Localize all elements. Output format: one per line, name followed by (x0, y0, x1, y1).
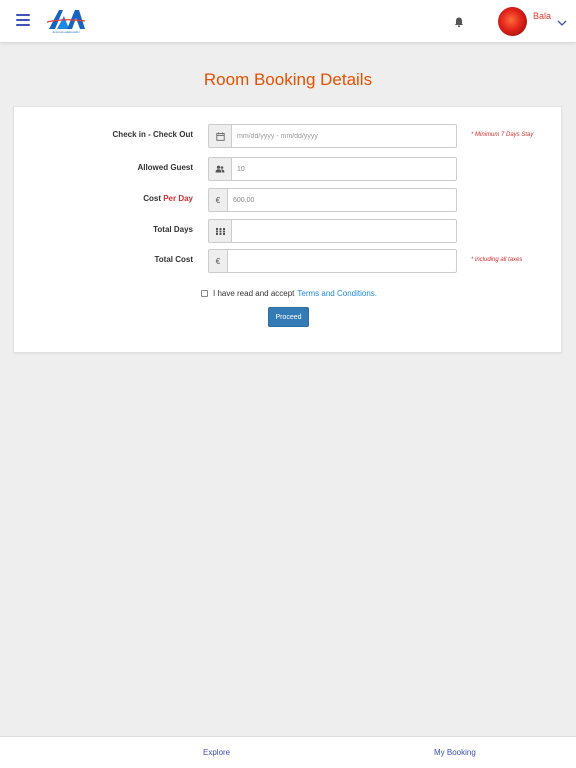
logo-mark-icon (46, 10, 86, 29)
bell-icon[interactable] (453, 15, 465, 28)
cost-per-day-input[interactable] (227, 188, 457, 212)
top-app-bar: AccommodationsAU Bala (0, 0, 576, 43)
total-days-row: Total Days (14, 219, 563, 243)
checkin-input-group (208, 124, 457, 148)
terms-text: I have read and accept (213, 289, 295, 298)
logo-text: AccommodationsAU (52, 30, 80, 34)
terms-link[interactable]: Terms and Conditions. (297, 289, 377, 298)
checkin-label: Check in - Check Out (112, 130, 193, 139)
logo[interactable]: AccommodationsAU (45, 8, 87, 34)
total-cost-label: Total Cost (154, 255, 193, 264)
guest-input-group (208, 157, 457, 181)
checkin-date-range-input[interactable] (231, 124, 457, 148)
users-icon (208, 157, 231, 181)
per-day-label: Per Day (163, 194, 193, 203)
avatar[interactable] (498, 7, 527, 36)
grid-icon (208, 219, 231, 243)
total-days-input[interactable] (231, 219, 457, 243)
total-days-input-group (208, 219, 457, 243)
terms-agreement: I have read and accept Terms and Conditi… (201, 289, 377, 298)
cost-per-day-label: Cost Per Day (143, 194, 193, 203)
proceed-button[interactable]: Proceed (268, 307, 309, 327)
euro-icon: € (208, 188, 227, 212)
euro-icon: € (208, 249, 227, 273)
cost-per-day-input-group: € (208, 188, 457, 212)
allowed-guest-input[interactable] (231, 157, 457, 181)
total-cost-input-group: € (208, 249, 457, 273)
checkin-row: Check in - Check Out * Minimum 7 Days St… (14, 124, 563, 148)
guest-row: Allowed Guest (14, 157, 563, 181)
minimum-stay-note: * Minimum 7 Days Stay (471, 132, 534, 138)
guest-label: Allowed Guest (137, 163, 193, 172)
cost-per-day-row: Cost Per Day € (14, 188, 563, 212)
bottom-nav: Explore My Booking (0, 736, 576, 768)
nav-my-booking[interactable]: My Booking (434, 748, 476, 757)
total-cost-row: Total Cost € * including all taxes (14, 249, 563, 273)
terms-checkbox[interactable] (201, 290, 208, 297)
total-days-label: Total Days (153, 225, 193, 234)
chevron-down-icon[interactable] (557, 14, 567, 26)
nav-explore[interactable]: Explore (203, 748, 230, 757)
page-title: Room Booking Details (203, 70, 373, 89)
username[interactable]: Bala (533, 11, 551, 21)
booking-form-card: Check in - Check Out * Minimum 7 Days St… (13, 106, 562, 353)
calendar-icon (208, 124, 231, 148)
total-cost-input[interactable] (227, 249, 457, 273)
cost-label-prefix: Cost (143, 194, 164, 203)
hamburger-menu-icon[interactable] (16, 14, 30, 26)
including-taxes-note: * including all taxes (471, 257, 523, 263)
